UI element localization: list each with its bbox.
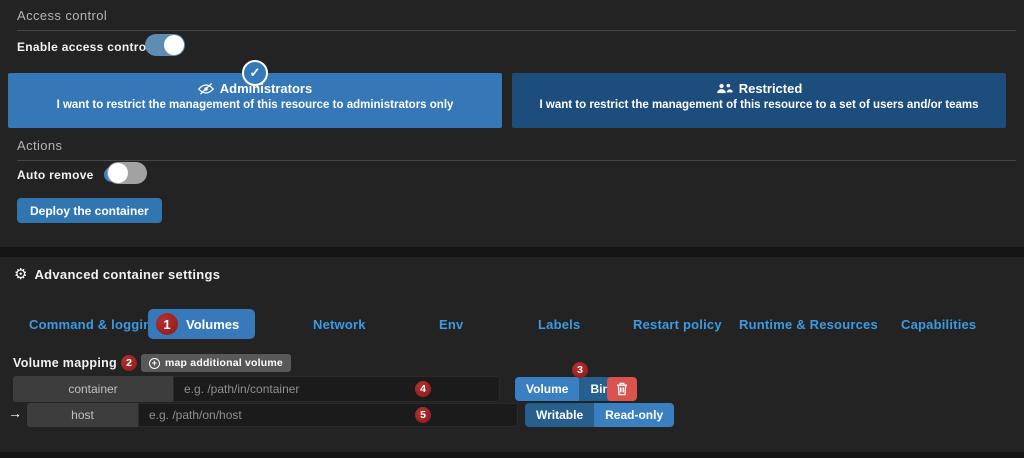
map-additional-volume-label: map additional volume (165, 357, 283, 369)
tab-network[interactable]: Network (313, 317, 366, 332)
step-badge-1: 1 (156, 313, 178, 335)
tab-volumes[interactable]: 1 Volumes (148, 309, 255, 339)
restricted-title: Restricted (739, 81, 803, 96)
trash-icon (616, 382, 628, 396)
administrators-title: Administrators (220, 81, 312, 96)
administrators-subtitle: I want to restrict the management of thi… (8, 99, 502, 111)
tab-volumes-label: Volumes (186, 317, 239, 332)
eye-slash-icon (198, 82, 214, 96)
tab-capabilities[interactable]: Capabilities (901, 317, 976, 332)
container-path-input[interactable] (173, 376, 500, 402)
users-icon (716, 82, 733, 95)
host-addon-label: host (27, 403, 138, 427)
remove-volume-button[interactable] (607, 377, 637, 401)
access-control-heading: Access control (17, 8, 1016, 31)
gear-icon: ⚙ (14, 265, 27, 283)
tab-runtime-resources[interactable]: Runtime & Resources (739, 317, 878, 332)
advanced-settings-title: Advanced container settings (34, 267, 220, 282)
toggle-knob (164, 35, 184, 55)
step-badge-5: 5 (415, 407, 431, 423)
container-addon-label: container (13, 376, 173, 402)
mapping-arrow-icon: → (8, 405, 22, 421)
tab-env[interactable]: Env (439, 317, 463, 332)
read-only-button[interactable]: Read-only (594, 403, 674, 427)
host-path-input[interactable] (138, 403, 518, 427)
enable-access-control-label: Enable access control (17, 40, 150, 54)
plus-icon: + (149, 358, 160, 369)
toggle-knob (108, 163, 128, 183)
auto-remove-label: Auto remove (17, 168, 94, 182)
access-option-restricted[interactable]: Restricted I want to restrict the manage… (512, 73, 1006, 128)
map-additional-volume-button[interactable]: + map additional volume (141, 354, 291, 372)
step-badge-4: 4 (415, 381, 431, 397)
tab-command-logging[interactable]: Command & logging (29, 317, 160, 332)
step-badge-3: 3 (572, 362, 588, 378)
actions-heading: Actions (17, 138, 1016, 161)
selected-check-icon: ✓ (242, 60, 268, 86)
volume-mapping-label: Volume mapping (13, 356, 117, 370)
tab-labels[interactable]: Labels (538, 317, 580, 332)
access-option-administrators[interactable]: ✓ Administrators I want to restrict the … (8, 73, 502, 128)
settings-tab-bar: Command & logging 1 Volumes Network Env … (0, 309, 1024, 339)
auto-remove-toggle[interactable] (107, 162, 147, 184)
access-control-panel: Access control Enable access control ? ✓… (0, 0, 1024, 247)
volume-type-button[interactable]: Volume (515, 377, 579, 401)
advanced-settings-panel: ⚙ Advanced container settings Command & … (0, 257, 1024, 452)
step-badge-2: 2 (121, 355, 137, 371)
restricted-subtitle: I want to restrict the management of thi… (512, 99, 1006, 111)
writable-button[interactable]: Writable (525, 403, 594, 427)
tab-restart-policy[interactable]: Restart policy (633, 317, 722, 332)
deploy-container-button[interactable]: Deploy the container (17, 198, 162, 223)
enable-access-control-toggle[interactable] (145, 34, 185, 56)
